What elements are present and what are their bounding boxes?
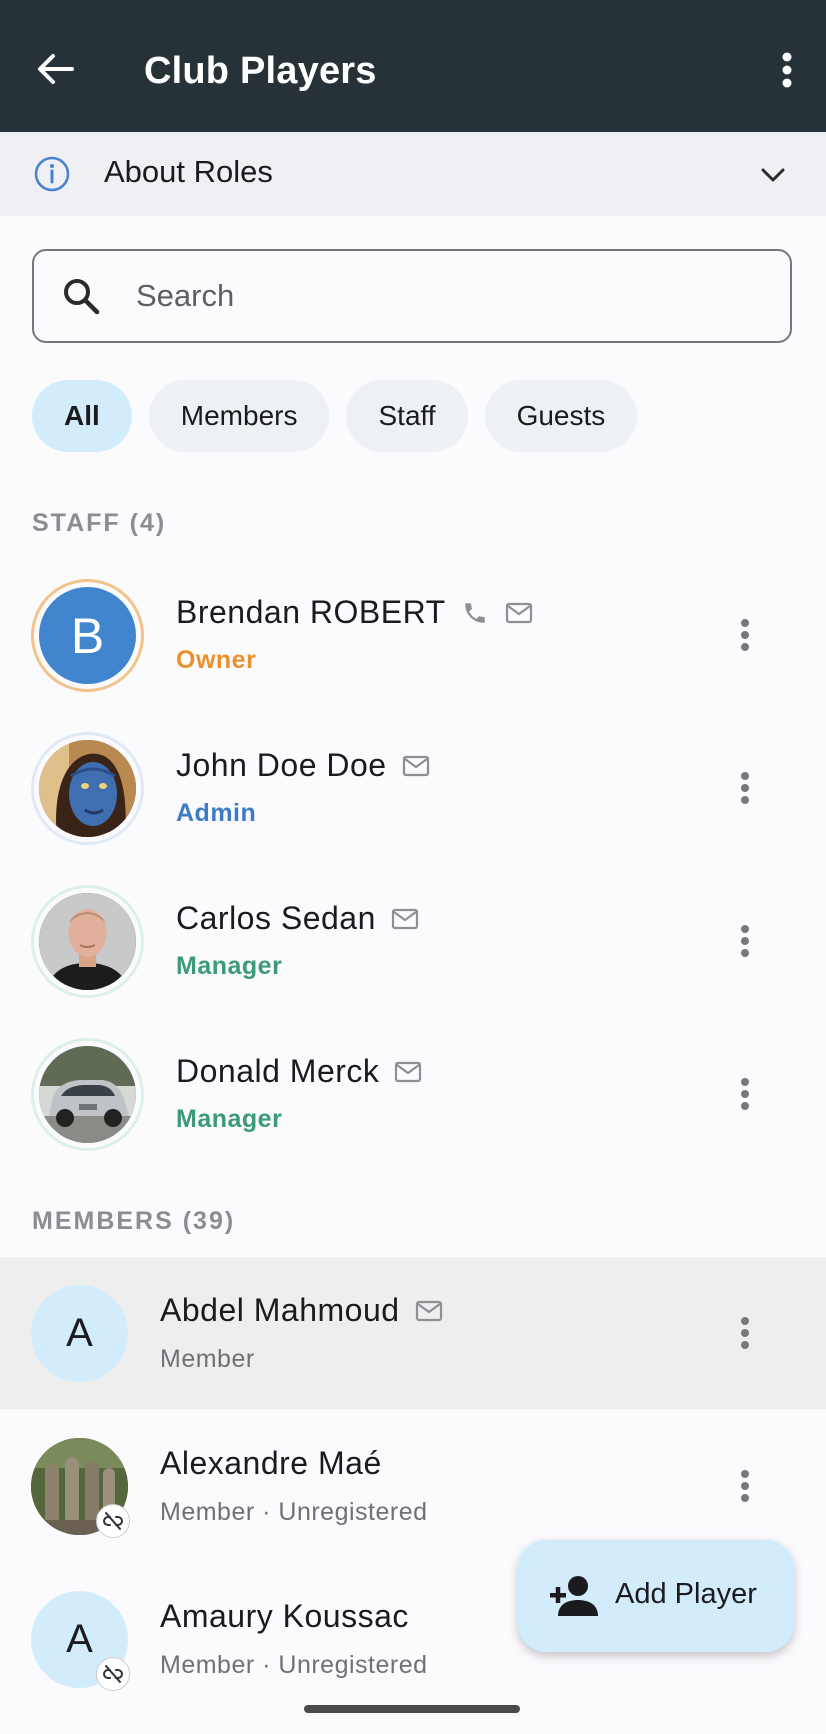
unlinked-badge [96,1504,130,1538]
more-vert-icon [741,619,749,651]
avatar [39,1046,136,1143]
player-name: Carlos Sedan [176,900,376,936]
player-role: Member [160,1345,255,1373]
search-icon [64,279,100,315]
link-off-icon [103,1665,123,1683]
more-vert-icon [741,925,749,957]
filter-chip-all[interactable]: All [32,380,132,452]
car-photo [39,1046,136,1143]
page-title: Club Players [144,50,377,92]
player-role: Member · Unregistered [160,1651,428,1679]
filter-chips: All Members Staff Guests [32,380,638,452]
row-menu-button[interactable] [730,610,760,660]
list-item[interactable]: John Doe Doe Admin [0,712,826,864]
row-menu-button[interactable] [730,1461,760,1511]
person-add-icon [550,1576,598,1616]
add-player-label: Add Player [615,1578,757,1610]
name-line: Abdel Mahmoud [160,1292,444,1329]
back-button[interactable] [30,44,80,94]
list-item[interactable]: A Abdel Mahmoud Member [0,1257,826,1409]
arrow-left-icon [38,54,74,84]
mail-icon [504,598,534,628]
more-vert-icon [741,1317,749,1349]
about-roles-panel[interactable]: About Roles [0,132,826,216]
name-line: Donald Merck [176,1053,423,1090]
list-item[interactable]: Carlos Sedan Manager [0,865,826,1017]
avatar-initial: A [66,1311,93,1355]
name-line: Alexandre Maé [160,1445,382,1482]
avatar [39,740,136,837]
row-menu-button[interactable] [730,1069,760,1119]
app-bar: Club Players [0,0,826,132]
mail-icon [401,751,431,781]
chevron-down-icon [761,168,785,182]
overflow-menu-button[interactable] [772,50,802,90]
name-line: Carlos Sedan [176,900,420,937]
mail-icon [390,904,420,934]
avatar: A [31,1285,128,1382]
mail-icon [393,1057,423,1087]
player-role: Manager [176,952,283,980]
blue-face-photo [39,740,136,837]
phone-icon [460,598,490,628]
player-name: Amaury Koussac [160,1598,409,1634]
name-line: Brendan ROBERT [176,594,534,631]
player-name: Donald Merck [176,1053,380,1089]
portrait-photo [39,893,136,990]
filter-chip-staff[interactable]: Staff [346,380,468,452]
player-name: Alexandre Maé [160,1445,382,1481]
filter-chip-guests[interactable]: Guests [484,380,638,452]
list-item[interactable]: B Brendan ROBERT Owner [0,559,826,711]
unlinked-badge [96,1657,130,1691]
row-menu-button[interactable] [730,763,760,813]
row-menu-button[interactable] [730,916,760,966]
add-player-button[interactable]: Add Player [518,1540,794,1652]
player-role: Owner [176,646,257,674]
player-name: John Doe Doe [176,747,387,783]
list-item[interactable]: Donald Merck Manager [0,1018,826,1170]
name-line: John Doe Doe [176,747,431,784]
player-role: Member · Unregistered [160,1498,428,1526]
player-role: Admin [176,799,257,827]
about-roles-label: About Roles [104,154,273,189]
avatar-initial: A [66,1617,93,1661]
home-indicator [304,1705,520,1713]
name-line: Amaury Koussac [160,1598,409,1635]
player-name: Abdel Mahmoud [160,1292,400,1328]
player-name: Brendan ROBERT [176,594,446,630]
search-field[interactable] [32,249,792,343]
player-role: Manager [176,1105,283,1133]
avatar [39,893,136,990]
more-vert-icon [741,772,749,804]
more-vert-icon [741,1470,749,1502]
link-off-icon [103,1512,123,1530]
filter-chip-members[interactable]: Members [148,380,330,452]
avatar: B [39,587,136,684]
section-header-members: MEMBERS (39) [32,1207,236,1235]
avatar-initial: B [70,607,105,664]
mail-icon [414,1296,444,1326]
more-vert-icon [741,1078,749,1110]
info-icon [34,156,70,192]
more-vert-icon [782,52,792,88]
search-input[interactable] [136,269,756,323]
section-header-staff: STAFF (4) [32,509,167,537]
row-menu-button[interactable] [730,1308,760,1358]
